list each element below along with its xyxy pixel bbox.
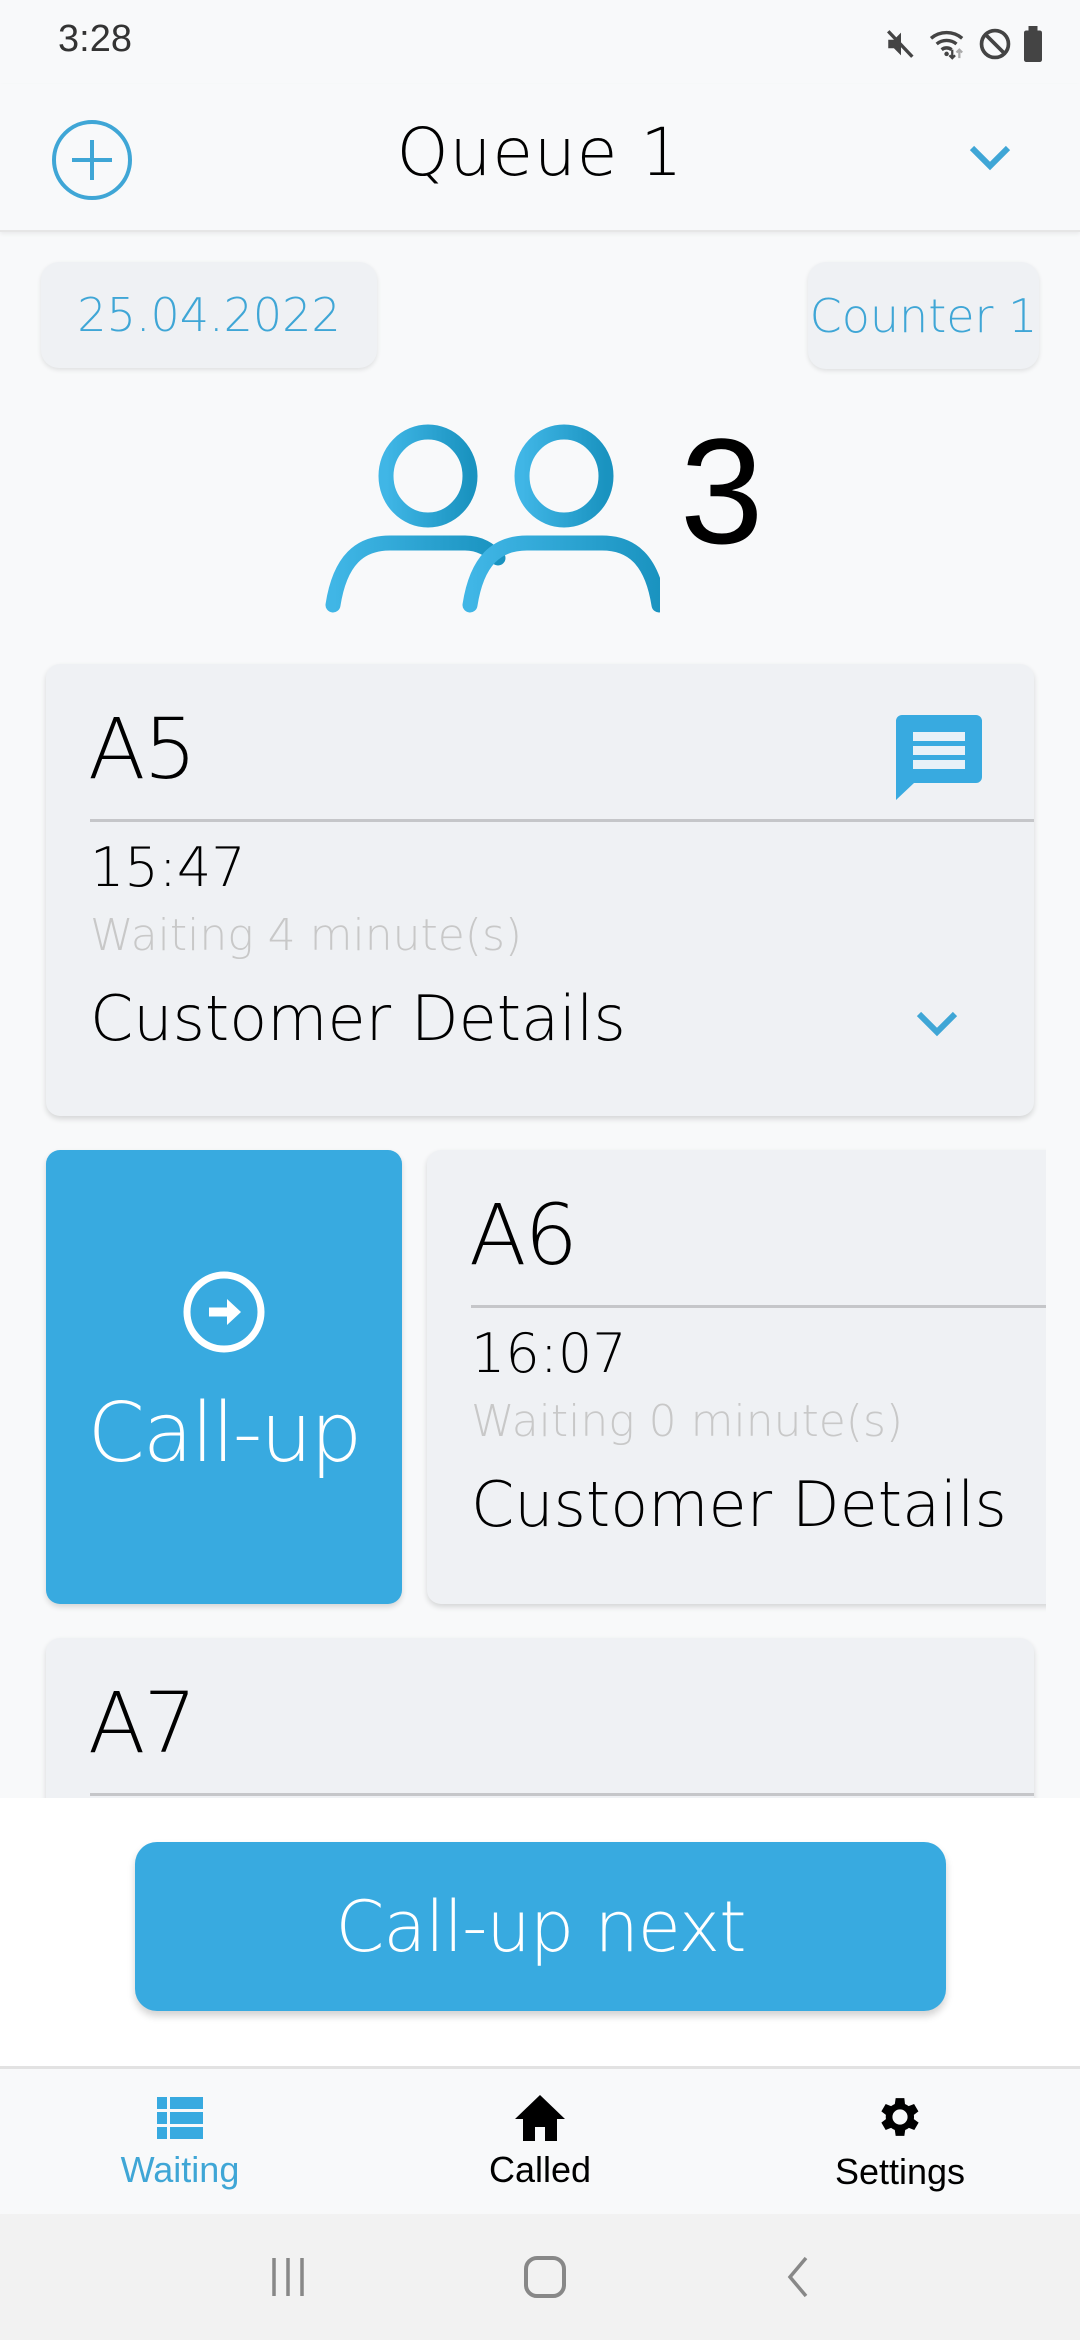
wifi-icon — [929, 30, 964, 60]
bottom-navigation: Waiting Called Settings — [0, 2066, 1080, 2217]
ticket-time: 15:47 — [90, 836, 246, 899]
recent-apps-icon[interactable] — [268, 2256, 308, 2298]
customer-details-toggle[interactable]: Customer Details — [90, 982, 626, 1055]
nav-item-called[interactable]: Called — [360, 2069, 720, 2217]
do-not-disturb-icon — [979, 28, 1011, 60]
waiting-duration: Waiting 0 minute(s) — [471, 1396, 904, 1447]
home-icon — [515, 2095, 565, 2141]
back-icon[interactable] — [782, 2255, 812, 2299]
waiting-count: 3 — [680, 407, 764, 575]
card-clip: A6 16:07 Waiting 0 minute(s) Customer De… — [0, 1130, 1046, 1620]
card-divider — [90, 819, 1034, 822]
app-header: Queue 1 — [0, 84, 1080, 232]
call-up-next-button[interactable]: Call-up next — [135, 1842, 946, 2011]
date-chip[interactable]: 25.04.2022 — [41, 262, 377, 368]
nav-item-settings[interactable]: Settings — [720, 2069, 1080, 2217]
nav-label: Settings — [834, 2151, 966, 2192]
ticket-number: A5 — [88, 700, 197, 798]
action-area: Call-up next — [0, 1798, 1080, 2066]
nav-label: Called — [488, 2149, 592, 2190]
waiting-duration: Waiting 4 minute(s) — [90, 910, 523, 961]
message-icon[interactable] — [896, 715, 982, 800]
date-label: 25.04.2022 — [77, 288, 341, 342]
counter-label: Counter 1 — [809, 288, 1038, 343]
status-time: 3:28 — [58, 18, 132, 60]
ticket-card[interactable]: A7 — [46, 1638, 1034, 1798]
card-clip: A7 — [0, 1620, 1080, 1798]
people-icon — [325, 424, 660, 613]
ticket-number: A6 — [469, 1186, 578, 1284]
status-bar: 3:28 — [0, 0, 1080, 84]
chevron-down-icon[interactable] — [910, 1004, 964, 1044]
customer-details-toggle[interactable]: Customer Details — [471, 1468, 1007, 1541]
card-divider — [90, 1793, 1034, 1796]
ticket-time: 16:07 — [471, 1322, 627, 1385]
nav-item-waiting[interactable]: Waiting — [0, 2069, 360, 2217]
nav-label: Waiting — [120, 2149, 240, 2190]
card-divider — [471, 1305, 1046, 1308]
counter-chip[interactable]: Counter 1 — [808, 262, 1039, 369]
battery-icon — [1024, 26, 1042, 62]
queue-dropdown-button[interactable] — [960, 136, 1020, 180]
ticket-number: A7 — [88, 1674, 197, 1772]
chevron-down-icon — [969, 145, 1011, 171]
system-navigation-bar — [0, 2214, 1080, 2340]
home-button-icon[interactable] — [523, 2255, 567, 2299]
list-icon — [157, 2097, 203, 2139]
status-icons — [884, 22, 1044, 66]
gear-icon — [881, 2098, 919, 2136]
ticket-card[interactable]: A6 16:07 Waiting 0 minute(s) Customer De… — [427, 1150, 1046, 1604]
queue-title[interactable]: Queue 1 — [0, 114, 1080, 191]
mute-icon — [887, 30, 914, 58]
ticket-card[interactable]: A5 15:47 Waiting 4 minute(s) Customer De… — [46, 664, 1034, 1116]
